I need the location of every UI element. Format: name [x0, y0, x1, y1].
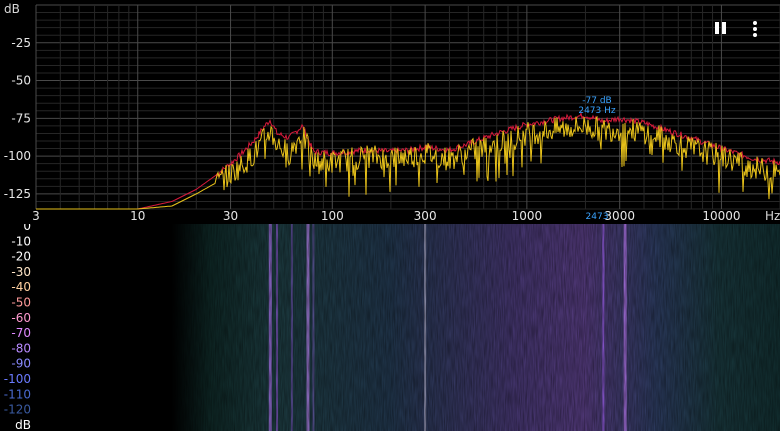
x-unit-label: Hz	[765, 209, 780, 223]
spectrogram-scale-label: dB	[15, 418, 31, 431]
y-tick-label: -125	[4, 187, 31, 201]
spectrogram-scale-label: -30	[11, 265, 31, 279]
spectrogram-scale-label: -50	[11, 296, 31, 310]
spectrogram-scale-label: -120	[4, 403, 31, 417]
spectrogram-scale-label: 0	[23, 224, 31, 233]
peak-axis-label: 2473	[586, 212, 609, 222]
spectrogram-scale-label: -60	[11, 311, 31, 325]
peak-freq-label: 2473 Hz	[578, 106, 616, 116]
x-tick-label: 30	[223, 209, 238, 223]
y-tick-label: -100	[4, 149, 31, 163]
spectrum-chart: -25 -50 -75 -100 -125 3 10 30 100 300 1000 3000 100…	[0, 0, 780, 224]
x-tick-label: 3	[32, 209, 40, 223]
spectrogram-scale-label: -20	[11, 250, 31, 264]
spectrogram-scale-label: -100	[4, 372, 31, 386]
x-tick-label: 10	[130, 209, 145, 223]
y-tick-label: -25	[11, 36, 31, 50]
spectrogram: 0-10 -20-30-40 -50-60-70-80 -90-100-110 -120…	[0, 224, 780, 431]
spectrogram-scale-label: -40	[11, 280, 31, 294]
spectrum-analyzer-app: -25 -50 -75 -100 -125 3 10 30 100 300 1000 3000 100…	[0, 0, 780, 431]
y-tick-label: -75	[11, 111, 31, 125]
spectrogram-scale-label: -70	[11, 326, 31, 340]
x-tick-label: 100	[321, 209, 344, 223]
x-tick-label: 10000	[702, 209, 740, 223]
y-unit-label: dB	[4, 2, 20, 16]
y-tick-label: -50	[11, 74, 31, 88]
x-tick-label: 1000	[512, 209, 543, 223]
overflow-menu-button[interactable]	[748, 19, 762, 39]
spectrogram-noise	[0, 224, 780, 431]
spectrogram-scale-label: -80	[11, 341, 31, 355]
spectrogram-scale-label: -90	[11, 357, 31, 371]
peak-db-label: -77 dB	[582, 96, 611, 106]
spectrogram-scale-label: -10	[11, 234, 31, 248]
x-tick-label: 3000	[604, 209, 635, 223]
pause-button[interactable]	[713, 19, 729, 37]
spectrogram-scale-label: -110	[4, 387, 31, 401]
x-tick-label: 300	[414, 209, 437, 223]
